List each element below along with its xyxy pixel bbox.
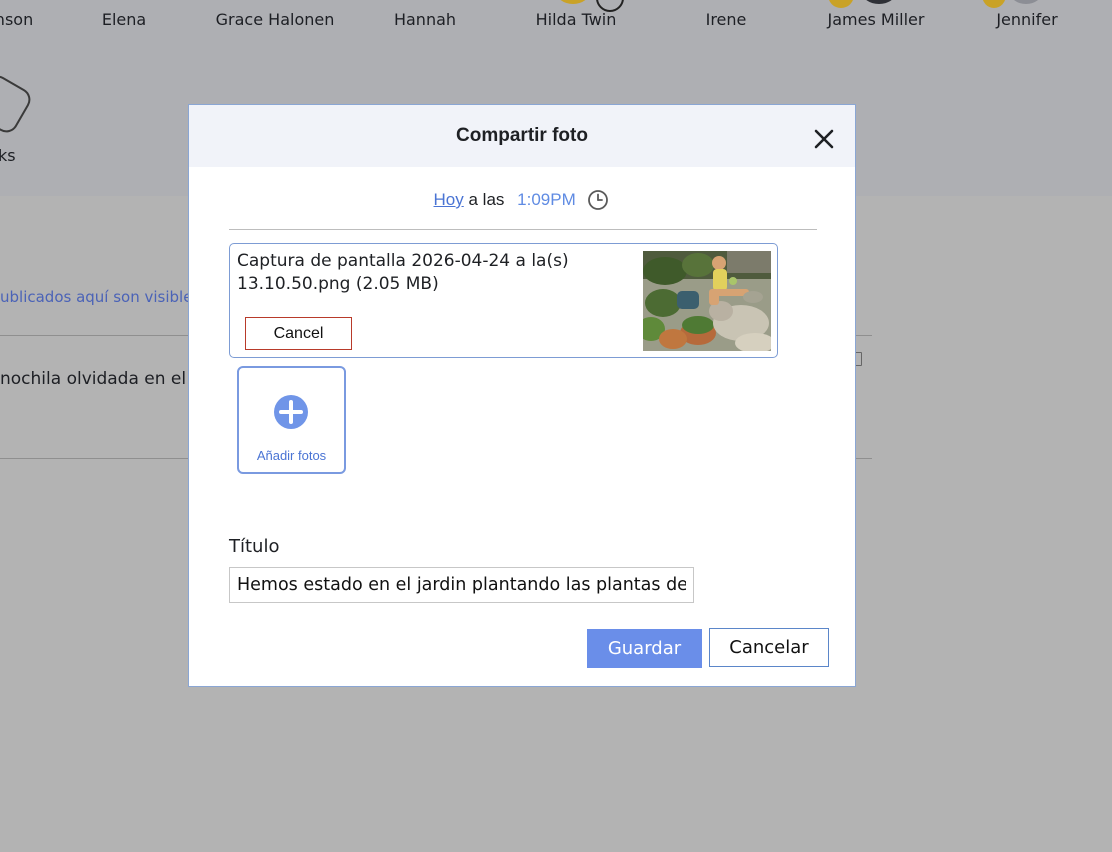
add-photos-label: Añadir fotos xyxy=(256,448,327,463)
photo-thumbnail xyxy=(643,251,771,351)
plus-circle-icon xyxy=(273,394,309,430)
info-text: ublicados aquí son visible xyxy=(0,288,193,306)
contact-name[interactable]: Grace Halonen xyxy=(216,10,335,29)
upload-file-card: Captura de pantalla 2026-04-24 a la(s) 1… xyxy=(229,243,778,358)
file-name: Captura de pantalla 2026-04-24 a la(s) 1… xyxy=(237,251,569,294)
contact-name[interactable]: Jennifer xyxy=(996,10,1057,29)
contact-name[interactable]: Elena xyxy=(102,10,146,29)
post-text: nochila olvidada en el p xyxy=(0,369,203,389)
clock-icon[interactable] xyxy=(587,189,609,211)
contact-name[interactable]: Hannah xyxy=(394,10,456,29)
date-connector: a las xyxy=(468,190,505,209)
contact-name[interactable]: ks xyxy=(0,146,16,165)
contact-name[interactable]: Hilda Twin xyxy=(536,10,617,29)
cancel-button[interactable]: Cancelar xyxy=(709,628,829,667)
cancel-upload-button[interactable]: Cancel xyxy=(245,317,352,350)
contact-name[interactable]: James Miller xyxy=(828,10,925,29)
time-link[interactable]: 1:09PM xyxy=(517,190,576,209)
add-photos-button[interactable]: Añadir fotos xyxy=(237,366,346,474)
close-icon[interactable] xyxy=(809,124,839,154)
date-time-row: Hoy a las 1:09PM xyxy=(189,190,855,210)
contact-name[interactable]: Irene xyxy=(706,10,747,29)
dialog-title: Compartir foto xyxy=(456,125,588,146)
dialog-header: Compartir foto xyxy=(189,105,855,167)
save-button[interactable]: Guardar xyxy=(587,629,702,668)
divider xyxy=(229,229,817,230)
date-link[interactable]: Hoy xyxy=(434,190,464,209)
title-label: Título xyxy=(229,536,280,557)
share-photo-dialog: Compartir foto Hoy a las 1:09PM Captura … xyxy=(188,104,856,687)
title-input[interactable] xyxy=(229,567,694,603)
contact-name[interactable]: nson xyxy=(0,10,33,29)
